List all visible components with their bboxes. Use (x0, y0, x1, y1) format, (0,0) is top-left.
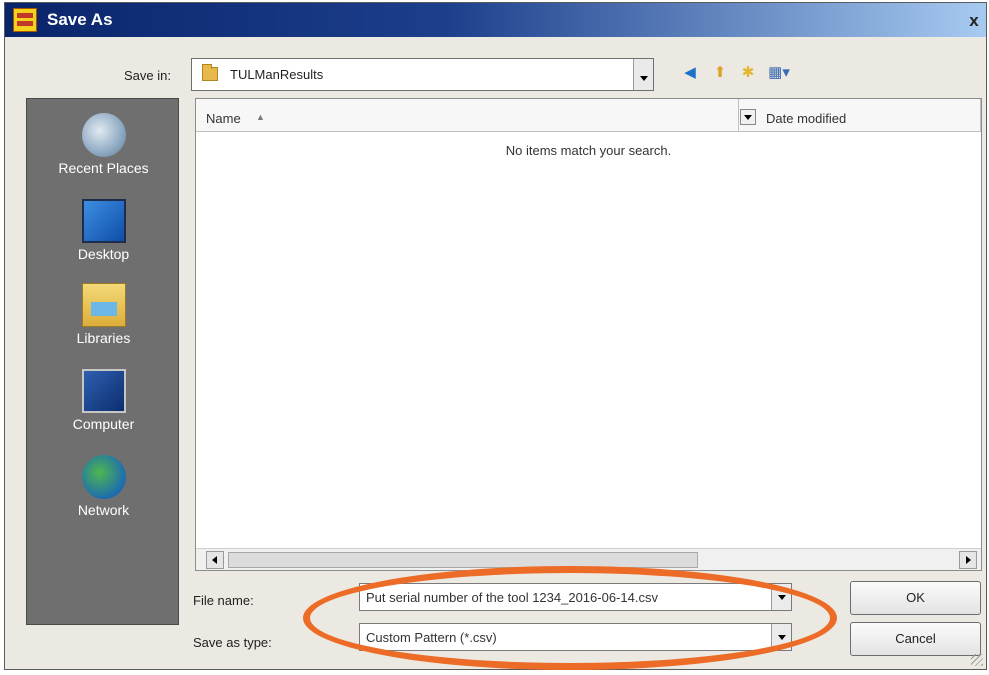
ok-button[interactable]: OK (850, 581, 981, 615)
views-menu-icon[interactable]: ▦▾ (765, 64, 793, 82)
network-icon (81, 455, 126, 499)
recent-places-icon (81, 113, 126, 157)
up-folder-icon[interactable]: ⬆ (710, 64, 730, 82)
libraries-icon (81, 283, 126, 327)
scroll-right-icon[interactable] (959, 551, 977, 569)
save-as-type-label: Save as type: (193, 635, 272, 650)
file-name-input[interactable]: Put serial number of the tool 1234_2016-… (359, 583, 792, 611)
column-divider[interactable] (738, 99, 739, 132)
file-name-value: Put serial number of the tool 1234_2016-… (366, 590, 658, 605)
column-divider[interactable] (980, 99, 981, 132)
new-folder-icon[interactable]: ✱ (738, 64, 758, 82)
sidebar-item-label: Desktop (77, 246, 130, 262)
sidebar-item-label: Network (77, 502, 130, 518)
save-as-type-value: Custom Pattern (*.csv) (366, 630, 497, 645)
sidebar-item-desktop[interactable]: Desktop (27, 199, 180, 262)
sidebar-item-network[interactable]: Network (27, 455, 180, 518)
sidebar-item-libraries[interactable]: Libraries (27, 283, 180, 346)
scrollbar-thumb[interactable] (228, 552, 698, 568)
save-in-label: Save in: (124, 68, 171, 83)
horizontal-scrollbar[interactable] (196, 548, 981, 570)
sidebar-item-label: Recent Places (58, 160, 149, 176)
title-bar: Save As x (5, 3, 986, 37)
save-as-type-dropdown[interactable]: Custom Pattern (*.csv) (359, 623, 792, 651)
list-header: Name ▲ Date modified (196, 99, 981, 132)
empty-list-message: No items match your search. (505, 143, 672, 158)
scroll-left-icon[interactable] (206, 551, 224, 569)
sort-ascending-icon: ▲ (256, 112, 265, 122)
column-header-name[interactable]: Name (206, 111, 241, 126)
save-in-value: TULManResults (230, 67, 324, 82)
save-in-dropdown[interactable]: TULManResults (191, 58, 654, 91)
chevron-down-icon[interactable] (771, 584, 791, 610)
folder-icon (202, 64, 218, 81)
close-button[interactable]: x (966, 12, 982, 29)
file-list[interactable]: Name ▲ Date modified No items match your… (195, 98, 982, 571)
sidebar-item-label: Computer (72, 416, 135, 432)
column-header-date-modified[interactable]: Date modified (766, 111, 846, 126)
back-icon[interactable]: ◀ (680, 64, 700, 82)
desktop-icon (81, 199, 126, 243)
sidebar-item-computer[interactable]: Computer (27, 369, 180, 432)
dialog-title: Save As (47, 10, 113, 29)
file-name-label: File name: (193, 593, 254, 608)
cancel-button[interactable]: Cancel (850, 622, 981, 656)
app-icon (13, 8, 37, 32)
save-as-dialog: Save As x Save in: TULManResults ◀ ⬆ ✱ ▦… (4, 2, 987, 670)
column-filter-dropdown[interactable] (740, 109, 756, 125)
chevron-down-icon[interactable] (771, 624, 791, 650)
computer-icon (81, 369, 126, 413)
sidebar-item-recent-places[interactable]: Recent Places (27, 113, 180, 176)
places-bar: Recent Places Desktop Libraries Computer… (26, 98, 179, 625)
sidebar-item-label: Libraries (76, 330, 131, 346)
resize-grip[interactable] (971, 654, 983, 666)
chevron-down-icon[interactable] (633, 59, 653, 90)
